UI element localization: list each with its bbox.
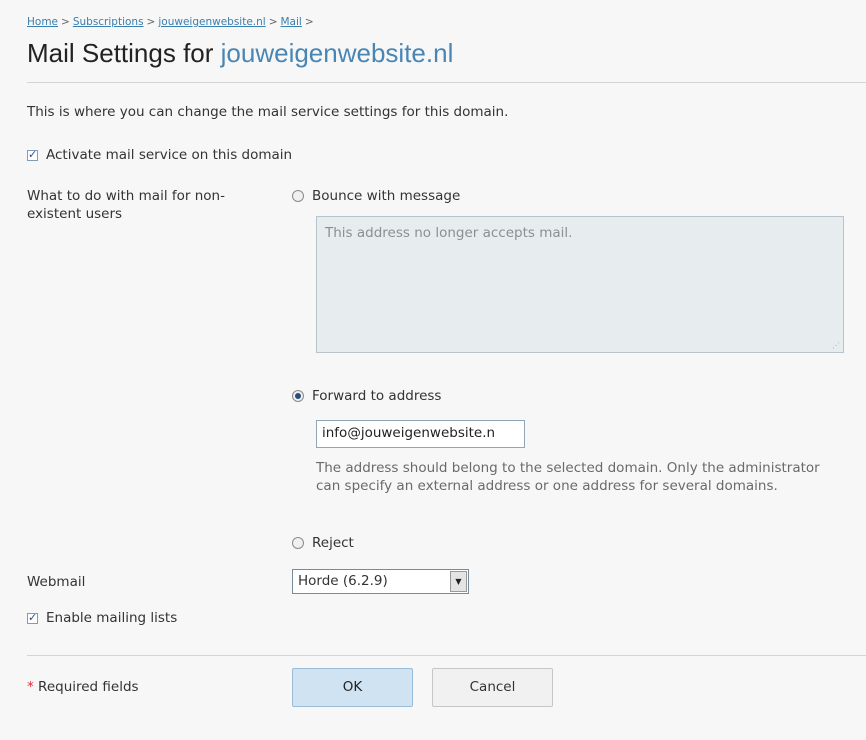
header-divider: [27, 82, 866, 83]
required-star: *: [27, 679, 34, 695]
dropdown-arrow-icon[interactable]: ▼: [450, 571, 467, 592]
footer-divider: [27, 655, 866, 656]
intro-text: This is where you can change the mail se…: [27, 104, 509, 120]
reject-radio[interactable]: [292, 537, 304, 549]
breadcrumb-domain-link[interactable]: jouweigenwebsite.nl: [158, 16, 265, 28]
activate-mail-label: Activate mail service on this domain: [46, 147, 293, 163]
cancel-button[interactable]: Cancel: [432, 668, 553, 707]
bounce-radio[interactable]: [292, 190, 304, 202]
page-title-domain: jouweigenwebsite.nl: [220, 38, 454, 68]
mailing-lists-label: Enable mailing lists: [46, 610, 178, 626]
reject-label: Reject: [312, 535, 354, 551]
breadcrumb-separator: >: [61, 16, 70, 28]
forward-option[interactable]: Forward to address: [292, 388, 441, 404]
required-fields-label: Required fields: [38, 679, 139, 695]
bounce-option[interactable]: Bounce with message: [292, 188, 460, 204]
forward-hint: The address should belong to the selecte…: [316, 460, 820, 494]
bounce-label: Bounce with message: [312, 188, 461, 204]
mailing-lists-checkbox[interactable]: [27, 611, 38, 624]
mailing-lists-row[interactable]: Enable mailing lists: [27, 610, 177, 626]
page-title-prefix: Mail Settings for: [27, 38, 214, 68]
breadcrumb-separator: >: [304, 16, 314, 28]
bounce-message-placeholder: This address no longer accepts mail.: [325, 225, 573, 241]
activate-mail-row[interactable]: Activate mail service on this domain: [27, 147, 292, 163]
breadcrumb-home-link[interactable]: Home: [27, 16, 58, 28]
webmail-selected-value: Horde (6.2.9): [298, 573, 388, 589]
forward-label: Forward to address: [312, 388, 442, 404]
ok-button[interactable]: OK: [292, 668, 413, 707]
page-title: Mail Settings for jouweigenwebsite.nl: [27, 38, 453, 69]
breadcrumb-subscriptions-link[interactable]: Subscriptions: [73, 16, 144, 28]
resize-grip-icon[interactable]: ⋰: [832, 341, 840, 350]
breadcrumb-mail-link[interactable]: Mail: [281, 16, 302, 28]
breadcrumb-separator: >: [268, 16, 278, 28]
forward-radio[interactable]: [292, 390, 304, 402]
forward-address-input[interactable]: info@jouweigenwebsite.n: [316, 420, 525, 448]
webmail-label: Webmail: [27, 574, 86, 590]
breadcrumb-separator: >: [146, 16, 156, 28]
webmail-select[interactable]: Horde (6.2.9) ▼: [292, 569, 469, 594]
nonexistent-users-label: What to do with mail for non-existent us…: [27, 188, 225, 222]
reject-option[interactable]: Reject: [292, 535, 354, 551]
breadcrumb: Home > Subscriptions > jouweigenwebsite.nl > M…: [27, 16, 317, 28]
mail-settings-panel: Home > Subscriptions > jouweigenwebsite.nl > M…: [0, 0, 866, 740]
required-fields-note: * Required fields: [27, 679, 139, 695]
bounce-message-textarea[interactable]: This address no longer accepts mail. ⋰: [316, 216, 844, 353]
activate-mail-checkbox[interactable]: [27, 148, 38, 161]
